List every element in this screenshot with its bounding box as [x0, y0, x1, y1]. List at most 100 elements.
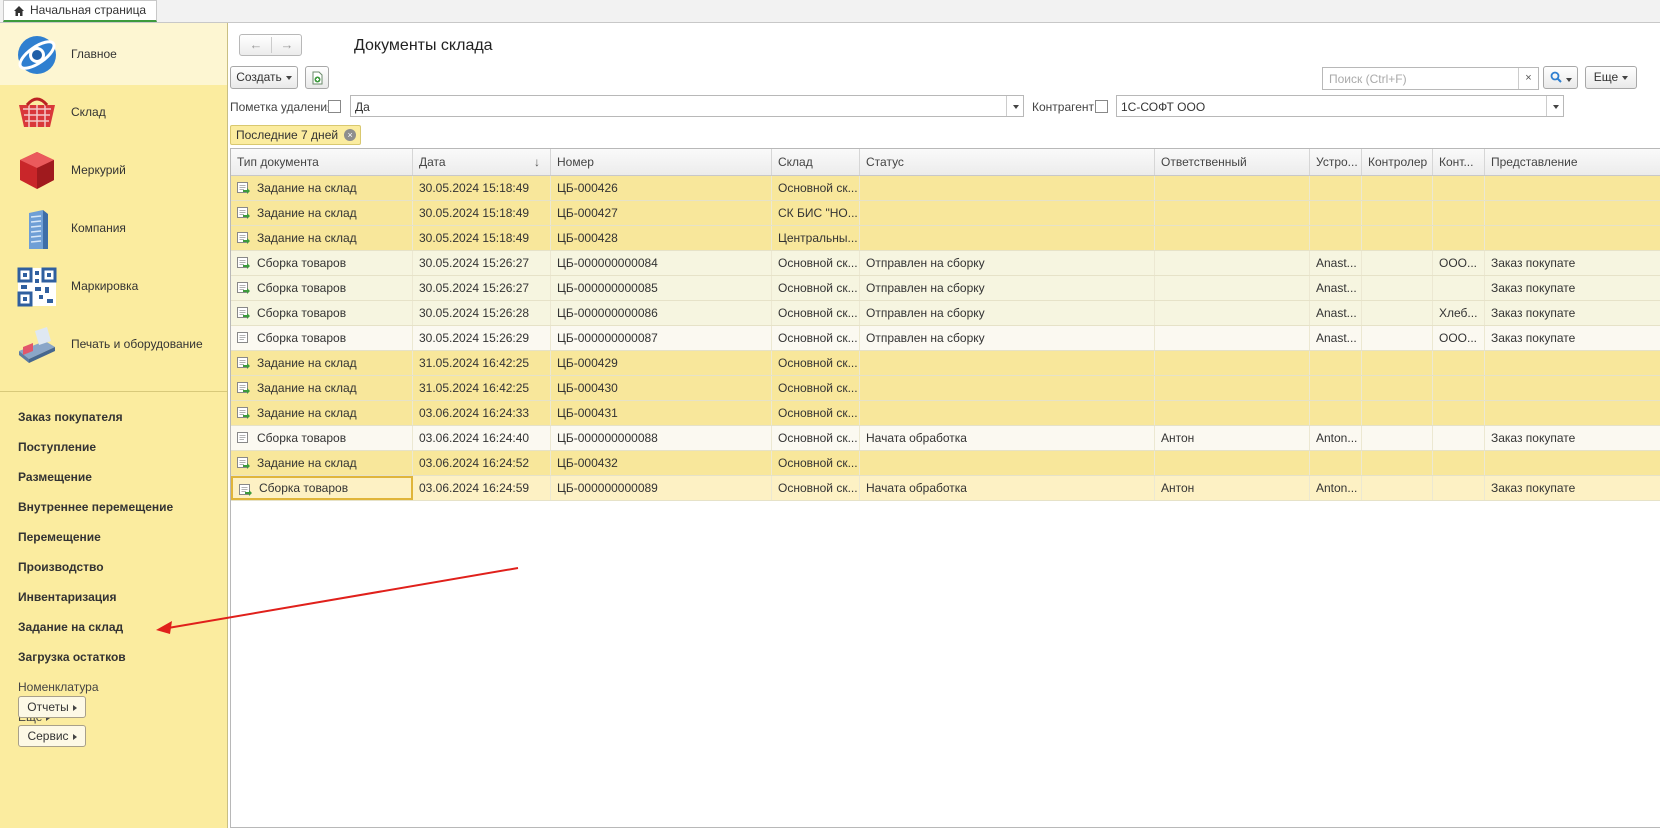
- cell-col-device[interactable]: [1310, 401, 1362, 425]
- section-printing[interactable]: Печать и оборудование: [0, 313, 227, 375]
- cell-col-controller[interactable]: [1362, 201, 1433, 225]
- create-button[interactable]: Создать: [230, 66, 298, 89]
- cell-col-device[interactable]: Anast...: [1310, 251, 1362, 275]
- cell-col-device[interactable]: Anton...: [1310, 476, 1362, 500]
- search-clear-button[interactable]: ×: [1518, 68, 1538, 89]
- cell-col-warehouse[interactable]: Основной ск...: [772, 176, 860, 200]
- cell-col-device[interactable]: [1310, 351, 1362, 375]
- nav-inventory[interactable]: Инвентаризация: [18, 582, 218, 612]
- cell-col-date[interactable]: 30.05.2024 15:26:29: [413, 326, 551, 350]
- table-row[interactable]: Задание на склад 30.05.2024 15:18:49 ЦБ-00…: [231, 226, 1660, 251]
- cell-col-counterparty[interactable]: ООО...: [1433, 326, 1485, 350]
- cell-col-number[interactable]: ЦБ-000432: [551, 451, 772, 475]
- cell-col-number[interactable]: ЦБ-000427: [551, 201, 772, 225]
- cell-col-device[interactable]: Anast...: [1310, 326, 1362, 350]
- cell-col-status[interactable]: Отправлен на сборку: [860, 251, 1155, 275]
- cell-col-doc-type[interactable]: Сборка товаров: [231, 251, 413, 275]
- cell-col-representation[interactable]: [1485, 401, 1660, 425]
- cell-col-number[interactable]: ЦБ-000000000085: [551, 276, 772, 300]
- cell-col-responsible[interactable]: Антон: [1155, 476, 1310, 500]
- cell-col-controller[interactable]: [1362, 476, 1433, 500]
- cell-col-device[interactable]: [1310, 451, 1362, 475]
- header-col-device[interactable]: Устро...: [1310, 149, 1362, 175]
- table-row[interactable]: Сборка товаров 30.05.2024 15:26:27 ЦБ-0000…: [231, 251, 1660, 276]
- cell-col-controller[interactable]: [1362, 401, 1433, 425]
- cell-col-responsible[interactable]: [1155, 451, 1310, 475]
- cell-col-counterparty[interactable]: [1433, 276, 1485, 300]
- cell-col-number[interactable]: ЦБ-000000000084: [551, 251, 772, 275]
- cell-col-status[interactable]: [860, 226, 1155, 250]
- deletion-mark-select[interactable]: Да: [350, 95, 1024, 117]
- header-col-doc-type[interactable]: Тип документа: [231, 149, 413, 175]
- reports-button[interactable]: Отчеты: [18, 696, 86, 718]
- cell-col-controller[interactable]: [1362, 326, 1433, 350]
- cell-col-warehouse[interactable]: Основной ск...: [772, 401, 860, 425]
- cell-col-date[interactable]: 30.05.2024 15:26:27: [413, 251, 551, 275]
- cell-col-doc-type[interactable]: Задание на склад: [231, 376, 413, 400]
- cell-col-counterparty[interactable]: [1433, 201, 1485, 225]
- cell-col-doc-type[interactable]: Сборка товаров: [231, 301, 413, 325]
- cell-col-counterparty[interactable]: [1433, 176, 1485, 200]
- cell-col-number[interactable]: ЦБ-000000000088: [551, 426, 772, 450]
- table-row[interactable]: Задание на склад 31.05.2024 16:42:25 ЦБ-00…: [231, 351, 1660, 376]
- cell-col-counterparty[interactable]: [1433, 451, 1485, 475]
- cell-col-doc-type[interactable]: Задание на склад: [231, 351, 413, 375]
- cell-col-representation[interactable]: Заказ покупате: [1485, 426, 1660, 450]
- cell-col-date[interactable]: 31.05.2024 16:42:25: [413, 376, 551, 400]
- cell-col-number[interactable]: ЦБ-000000000086: [551, 301, 772, 325]
- cell-col-counterparty[interactable]: Хлеб...: [1433, 301, 1485, 325]
- cell-col-status[interactable]: [860, 401, 1155, 425]
- section-marking[interactable]: Маркировка: [0, 255, 227, 317]
- counterparty-checkbox[interactable]: [1095, 100, 1108, 113]
- cell-col-number[interactable]: ЦБ-000429: [551, 351, 772, 375]
- cell-col-date[interactable]: 30.05.2024 15:18:49: [413, 226, 551, 250]
- cell-col-representation[interactable]: Заказ покупате: [1485, 301, 1660, 325]
- dropdown-icon[interactable]: [1006, 96, 1023, 116]
- cell-col-representation[interactable]: [1485, 351, 1660, 375]
- cell-col-doc-type[interactable]: Задание на склад: [231, 401, 413, 425]
- cell-col-device[interactable]: Anton...: [1310, 426, 1362, 450]
- cell-col-warehouse[interactable]: Основной ск...: [772, 351, 860, 375]
- table-row[interactable]: Задание на склад 30.05.2024 15:18:49 ЦБ-00…: [231, 201, 1660, 226]
- cell-col-warehouse[interactable]: СК БИС "НО...: [772, 201, 860, 225]
- nav-receipt[interactable]: Поступление: [18, 432, 218, 462]
- cell-col-date[interactable]: 31.05.2024 16:42:25: [413, 351, 551, 375]
- header-col-representation[interactable]: Представление: [1485, 149, 1660, 175]
- cell-col-controller[interactable]: [1362, 426, 1433, 450]
- cell-col-representation[interactable]: [1485, 201, 1660, 225]
- cell-col-counterparty[interactable]: ООО...: [1433, 251, 1485, 275]
- cell-col-counterparty[interactable]: [1433, 351, 1485, 375]
- cell-col-status[interactable]: Отправлен на сборку: [860, 326, 1155, 350]
- cell-col-warehouse[interactable]: Основной ск...: [772, 251, 860, 275]
- table-row[interactable]: Сборка товаров 03.06.2024 16:24:40 ЦБ-0000…: [231, 426, 1660, 451]
- header-col-number[interactable]: Номер: [551, 149, 772, 175]
- cell-col-doc-type[interactable]: Задание на склад: [231, 176, 413, 200]
- cell-col-date[interactable]: 30.05.2024 15:18:49: [413, 201, 551, 225]
- table-row[interactable]: Сборка товаров 30.05.2024 15:26:28 ЦБ-0000…: [231, 301, 1660, 326]
- period-filter-chip[interactable]: Последние 7 дней ×: [230, 125, 362, 145]
- cell-col-number[interactable]: ЦБ-000000000087: [551, 326, 772, 350]
- cell-col-representation[interactable]: Заказ покупате: [1485, 476, 1660, 500]
- cell-col-warehouse[interactable]: Основной ск...: [772, 276, 860, 300]
- cell-col-controller[interactable]: [1362, 376, 1433, 400]
- cell-col-device[interactable]: [1310, 201, 1362, 225]
- back-arrow-icon[interactable]: ←: [241, 37, 271, 53]
- cell-col-warehouse[interactable]: Основной ск...: [772, 476, 860, 500]
- cell-col-device[interactable]: [1310, 176, 1362, 200]
- cell-col-representation[interactable]: [1485, 176, 1660, 200]
- cell-col-warehouse[interactable]: Основной ск...: [772, 426, 860, 450]
- nav-transfer[interactable]: Перемещение: [18, 522, 218, 552]
- cell-col-counterparty[interactable]: [1433, 226, 1485, 250]
- cell-col-responsible[interactable]: [1155, 326, 1310, 350]
- cell-col-device[interactable]: [1310, 226, 1362, 250]
- nav-production[interactable]: Производство: [18, 552, 218, 582]
- cell-col-status[interactable]: [860, 376, 1155, 400]
- search-button[interactable]: [1543, 66, 1578, 89]
- cell-col-number[interactable]: ЦБ-000428: [551, 226, 772, 250]
- cell-col-representation[interactable]: [1485, 451, 1660, 475]
- cell-col-responsible[interactable]: [1155, 176, 1310, 200]
- cell-col-responsible[interactable]: [1155, 376, 1310, 400]
- cell-col-number[interactable]: ЦБ-000000000089: [551, 476, 772, 500]
- cell-col-status[interactable]: [860, 351, 1155, 375]
- nav-placement[interactable]: Размещение: [18, 462, 218, 492]
